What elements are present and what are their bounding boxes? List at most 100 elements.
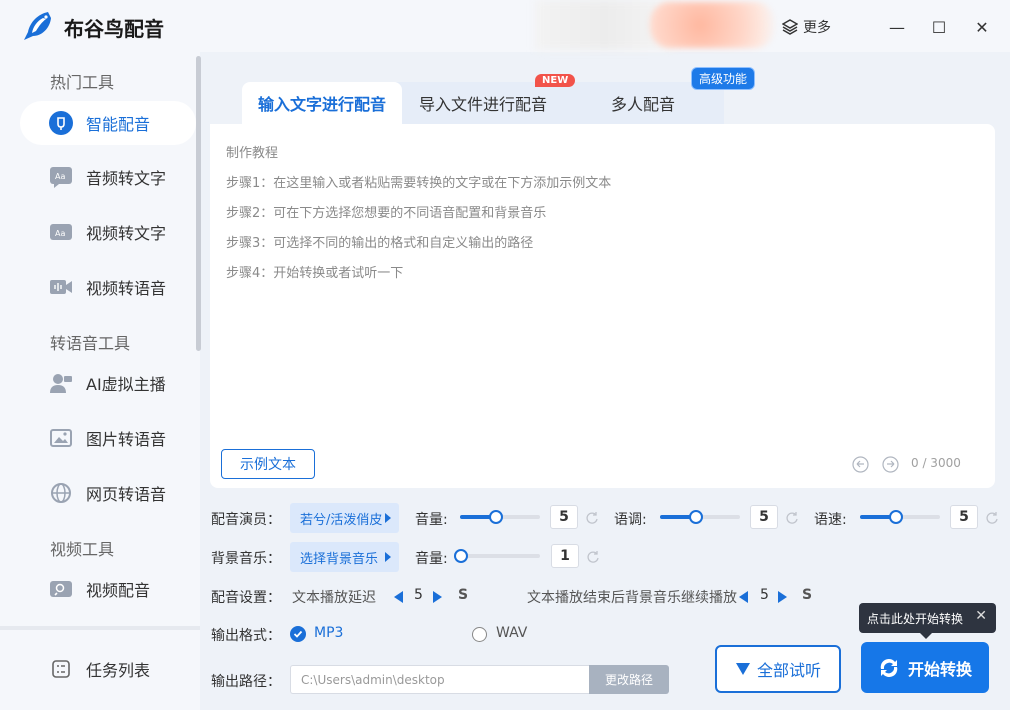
listen-all-button[interactable]: 全部试听	[715, 645, 841, 693]
increase-delay-icon[interactable]	[433, 591, 442, 603]
more-label: 更多	[803, 20, 831, 36]
tab-import-file[interactable]: 导入文件进行配音	[419, 82, 547, 124]
video-to-speech-icon	[49, 275, 73, 299]
new-badge: NEW	[535, 74, 576, 87]
reset-icon[interactable]	[785, 511, 799, 525]
minimize-button[interactable]: —	[884, 14, 910, 40]
tooltip-tail	[919, 632, 933, 639]
reset-icon[interactable]	[985, 511, 999, 525]
minimize-icon: —	[889, 17, 905, 37]
more-button[interactable]: 更多	[782, 16, 831, 38]
speed-label: 语速:	[814, 512, 847, 528]
maximize-button[interactable]: ☐	[926, 14, 952, 40]
sidebar-item-label: 任务列表	[86, 661, 151, 680]
audio-to-text-icon: Aa	[49, 165, 73, 189]
start-convert-button[interactable]: 开始转换	[861, 642, 989, 693]
decrease-continue-icon[interactable]	[739, 591, 748, 603]
sidebar-scrollbar[interactable]	[196, 56, 201, 351]
sidebar-item-label: 视频转文字	[86, 224, 167, 243]
sidebar-item-image-to-speech[interactable]: 图片转语音	[20, 416, 196, 460]
convert-icon	[880, 658, 898, 677]
image-to-speech-icon	[49, 426, 73, 450]
bgm-select[interactable]: 选择背景音乐	[290, 542, 399, 572]
listen-all-label: 全部试听	[756, 661, 821, 680]
change-path-button[interactable]: 更改路径	[589, 665, 669, 694]
tab-input-text[interactable]: 输入文字进行配音	[242, 82, 403, 124]
sidebar-item-web-to-speech[interactable]: 网页转语音	[20, 471, 196, 515]
reset-icon[interactable]	[585, 511, 599, 525]
voice-actor-value: 若兮/活泼俏皮	[300, 512, 383, 528]
voice-actor-label: 配音演员：	[211, 512, 281, 528]
svg-text:Aa: Aa	[55, 229, 65, 238]
bgm-volume-value[interactable]: 1	[551, 544, 579, 568]
sidebar-item-ai-anchor[interactable]: AI虚拟主播	[20, 361, 196, 405]
sidebar-item-audio-to-text[interactable]: Aa 音频转文字	[20, 155, 196, 199]
slider-knob[interactable]	[454, 549, 468, 563]
bgm-volume-slider[interactable]	[454, 549, 540, 563]
slider-knob[interactable]	[489, 510, 503, 524]
speed-slider[interactable]	[860, 510, 940, 524]
tutorial-heading: 制作教程	[226, 146, 279, 161]
continue-unit: S	[802, 587, 813, 603]
radio-mp3[interactable]	[290, 626, 306, 642]
tutorial-step: 步骤2：可在下方选择您想要的不同语音配置和背景音乐	[226, 206, 547, 221]
slider-knob[interactable]	[689, 510, 703, 524]
dubbing-settings-label: 配音设置：	[211, 590, 281, 606]
task-list-icon	[49, 657, 73, 681]
sidebar-item-label: 网页转语音	[86, 485, 167, 504]
close-icon: ✕	[975, 17, 989, 37]
sample-text-button[interactable]: 示例文本	[221, 449, 315, 479]
sidebar-item-task-list[interactable]: 任务列表	[20, 647, 196, 691]
voice-volume-value[interactable]: 5	[550, 505, 578, 529]
tutorial-step: 步骤1：在这里输入或者粘贴需要转换的文字或在下方添加示例文本	[226, 176, 612, 191]
tab-label: 导入文件进行配音	[419, 95, 548, 114]
pitch-slider[interactable]	[660, 510, 740, 524]
sidebar-divider	[0, 626, 200, 630]
tab-label: 输入文字进行配音	[258, 95, 387, 114]
speed-value[interactable]: 5	[950, 505, 978, 529]
close-button[interactable]: ✕	[969, 14, 995, 40]
voice-actor-select[interactable]: 若兮/活泼俏皮	[290, 503, 399, 533]
output-path-input[interactable]: C:\Users\admin\desktop	[290, 665, 590, 694]
ai-anchor-icon	[49, 371, 73, 395]
wav-label[interactable]: WAV	[496, 625, 527, 641]
start-tooltip: 点击此处开始转换 ✕	[859, 603, 996, 639]
sidebar-item-label: 图片转语音	[86, 430, 167, 449]
text-editor[interactable]: 制作教程 步骤1：在这里输入或者粘贴需要转换的文字或在下方添加示例文本 步骤2：…	[210, 124, 995, 488]
undo-icon[interactable]	[852, 456, 869, 473]
voice-volume-slider[interactable]	[460, 510, 540, 524]
redo-icon[interactable]	[882, 456, 899, 473]
sidebar-item-video-dubbing[interactable]: 视频配音	[20, 567, 196, 611]
tutorial-step: 步骤3：可选择不同的输出的格式和自定义输出的路径	[226, 236, 534, 251]
svg-text:Aa: Aa	[55, 172, 65, 181]
sidebar-item-smart-dubbing[interactable]: 智能配音	[20, 101, 196, 145]
section-title-hot-tools: 热门工具	[50, 73, 115, 92]
pitch-label: 语调:	[614, 512, 647, 528]
video-dubbing-icon	[49, 577, 73, 601]
radio-wav[interactable]	[472, 627, 487, 642]
text-delay-label: 文本播放延迟	[292, 590, 376, 606]
continue-value: 5	[760, 587, 769, 603]
close-icon[interactable]: ✕	[975, 608, 987, 624]
sidebar-item-video-to-text[interactable]: Aa 视频转文字	[20, 210, 196, 254]
bgm-continue-label: 文本播放结束后背景音乐继续播放	[527, 590, 737, 606]
increase-continue-icon[interactable]	[778, 591, 787, 603]
bgm-volume-label: 音量:	[415, 551, 448, 567]
triangle-down-icon	[735, 663, 750, 675]
decrease-delay-icon[interactable]	[394, 591, 403, 603]
sidebar-item-label: 视频转语音	[86, 279, 167, 298]
mp3-label[interactable]: MP3	[314, 625, 343, 641]
delay-unit: S	[458, 587, 469, 603]
tab-label: 多人配音	[611, 95, 676, 114]
slider-knob[interactable]	[889, 510, 903, 524]
tooltip-text: 点击此处开始转换	[867, 611, 964, 626]
sidebar-item-label: 视频配音	[86, 581, 151, 600]
tab-multi-voice[interactable]: 多人配音	[611, 82, 675, 124]
reset-icon[interactable]	[586, 550, 600, 564]
video-to-text-icon: Aa	[49, 220, 73, 244]
sidebar-item-video-to-speech[interactable]: 视频转语音	[20, 265, 196, 309]
delay-value: 5	[414, 587, 423, 603]
pitch-value[interactable]: 5	[750, 505, 778, 529]
triangle-right-icon	[385, 552, 391, 562]
bgm-label: 背景音乐：	[211, 551, 281, 567]
